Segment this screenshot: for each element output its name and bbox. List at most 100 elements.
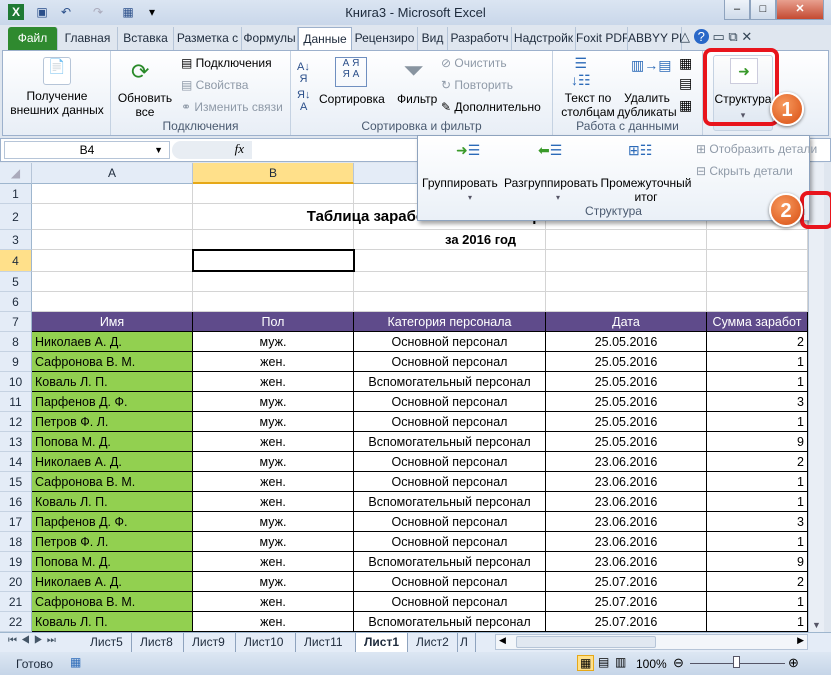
properties-button[interactable]: ▤ Свойства bbox=[181, 78, 248, 92]
cell-D13[interactable]: 25.05.2016 bbox=[546, 432, 707, 452]
sheet-tab-3[interactable]: Лист10 bbox=[236, 633, 296, 652]
cell-E8[interactable]: 2 bbox=[707, 332, 808, 352]
cell-E4[interactable] bbox=[707, 250, 808, 272]
cell-C12[interactable]: Основной персонал bbox=[354, 412, 546, 432]
zoom-level[interactable]: 100% bbox=[636, 657, 667, 671]
tab-0[interactable]: Файл bbox=[8, 27, 58, 50]
vertical-scrollbar[interactable]: ▼ bbox=[808, 163, 824, 632]
cell-B10[interactable]: жен. bbox=[193, 372, 354, 392]
group-button[interactable]: Группировать bbox=[422, 176, 498, 190]
zoom-in-button[interactable]: ⊕ bbox=[788, 655, 799, 671]
cell-D12[interactable]: 25.05.2016 bbox=[546, 412, 707, 432]
row-header[interactable]: 20 bbox=[0, 572, 32, 592]
cell-E16[interactable]: 1 bbox=[707, 492, 808, 512]
advanced-button[interactable]: ✎ Дополнительно bbox=[441, 100, 541, 114]
row-header[interactable]: 11 bbox=[0, 392, 32, 412]
cell-A17[interactable]: Парфенов Д. Ф. bbox=[32, 512, 193, 532]
cell-D21[interactable]: 25.07.2016 bbox=[546, 592, 707, 612]
filter-button[interactable]: Фильтр bbox=[397, 92, 437, 106]
consolidate-icon[interactable]: ▤ bbox=[679, 75, 692, 92]
cell-B20[interactable]: муж. bbox=[193, 572, 354, 592]
cell-E18[interactable]: 1 bbox=[707, 532, 808, 552]
row-header[interactable]: 4 bbox=[0, 250, 32, 272]
collapse-ribbon-icon[interactable]: △ bbox=[680, 29, 690, 44]
sheet-tab-2[interactable]: Лист9 bbox=[184, 633, 236, 652]
cell-C9[interactable]: Основной персонал bbox=[354, 352, 546, 372]
row-header[interactable]: 17 bbox=[0, 512, 32, 532]
worksheet-grid[interactable]: 12Таблица заработной платы персонала3за … bbox=[0, 184, 808, 632]
name-box[interactable]: B4 ▼ bbox=[4, 141, 170, 159]
cell-D16[interactable]: 23.06.2016 bbox=[546, 492, 707, 512]
cell-B16[interactable]: жен. bbox=[193, 492, 354, 512]
tab-8[interactable]: Разработч bbox=[448, 27, 512, 50]
maximize-button[interactable]: □ bbox=[750, 0, 776, 20]
sheet-tab-4[interactable]: Лист11 bbox=[296, 633, 356, 652]
cell-D22[interactable]: 25.07.2016 bbox=[546, 612, 707, 632]
get-external-data-button[interactable]: Получение внешних данных bbox=[7, 89, 107, 117]
row-header[interactable]: 15 bbox=[0, 472, 32, 492]
tab-7[interactable]: Вид bbox=[418, 27, 448, 50]
macro-record-icon[interactable]: ▦ bbox=[70, 655, 81, 669]
row-header[interactable]: 6 bbox=[0, 292, 32, 312]
cell-D18[interactable]: 23.06.2016 bbox=[546, 532, 707, 552]
cell-D5[interactable] bbox=[546, 272, 707, 292]
minimize-button[interactable]: – bbox=[724, 0, 750, 20]
sheet-tab-0[interactable]: Лист5 bbox=[82, 633, 132, 652]
cell-E20[interactable]: 2 bbox=[707, 572, 808, 592]
help-icon[interactable]: ? bbox=[693, 29, 709, 44]
cell-B18[interactable]: муж. bbox=[193, 532, 354, 552]
cell-C14[interactable]: Основной персонал bbox=[354, 452, 546, 472]
ungroup-button[interactable]: Разгруппировать bbox=[504, 176, 598, 190]
refresh-all-button[interactable]: Обновить все bbox=[115, 91, 175, 119]
row-header[interactable]: 3 bbox=[0, 230, 32, 250]
cell-B9[interactable]: жен. bbox=[193, 352, 354, 372]
cell-B13[interactable]: жен. bbox=[193, 432, 354, 452]
cell-E12[interactable]: 1 bbox=[707, 412, 808, 432]
cell-D6[interactable] bbox=[546, 292, 707, 312]
cell-C22[interactable]: Вспомогательный персонал bbox=[354, 612, 546, 632]
cell-E6[interactable] bbox=[707, 292, 808, 312]
cell-A18[interactable]: Петров Ф. Л. bbox=[32, 532, 193, 552]
cell-B21[interactable]: жен. bbox=[193, 592, 354, 612]
text-to-columns-button[interactable]: Текст по столбцам bbox=[555, 91, 621, 119]
cell-A15[interactable]: Сафронова В. М. bbox=[32, 472, 193, 492]
hide-detail-button[interactable]: ⊟ Скрыть детали bbox=[696, 164, 793, 178]
doc-close-icon[interactable]: ✕ bbox=[741, 29, 752, 44]
sheet-nav-arrows[interactable]: ⏮◀▶⏭ bbox=[8, 635, 60, 646]
row-header[interactable]: 12 bbox=[0, 412, 32, 432]
cell-A20[interactable]: Николаев А. Д. bbox=[32, 572, 193, 592]
row-header[interactable]: 2 bbox=[0, 204, 32, 230]
cell-C21[interactable]: Основной персонал bbox=[354, 592, 546, 612]
cell-E19[interactable]: 9 bbox=[707, 552, 808, 572]
row-header[interactable]: 21 bbox=[0, 592, 32, 612]
cell-A6[interactable] bbox=[32, 292, 193, 312]
cell-C4[interactable] bbox=[354, 250, 546, 272]
cell-D15[interactable]: 23.06.2016 bbox=[546, 472, 707, 492]
row-header[interactable]: 7 bbox=[0, 312, 32, 332]
cell-A4[interactable] bbox=[32, 250, 193, 272]
cell-A2[interactable] bbox=[32, 204, 193, 230]
cell-C6[interactable] bbox=[354, 292, 546, 312]
cell-E15[interactable]: 1 bbox=[707, 472, 808, 492]
cell-C17[interactable]: Основной персонал bbox=[354, 512, 546, 532]
cell-C7[interactable]: Категория персонала bbox=[354, 312, 546, 332]
cell-B8[interactable]: муж. bbox=[193, 332, 354, 352]
cell-A13[interactable]: Попова М. Д. bbox=[32, 432, 193, 452]
reapply-button[interactable]: ↻ Повторить bbox=[441, 78, 513, 92]
column-header-B[interactable]: B bbox=[193, 163, 354, 184]
tab-2[interactable]: Вставка bbox=[118, 27, 174, 50]
row-header[interactable]: 13 bbox=[0, 432, 32, 452]
clear-button[interactable]: ⊘ Очистить bbox=[441, 56, 507, 70]
tab-5[interactable]: Данные bbox=[298, 27, 352, 50]
cell-E17[interactable]: 3 bbox=[707, 512, 808, 532]
sort-az-icon[interactable]: А↓ Я bbox=[297, 61, 310, 85]
cell-B15[interactable]: жен. bbox=[193, 472, 354, 492]
cell-C13[interactable]: Вспомогательный персонал bbox=[354, 432, 546, 452]
cell-B11[interactable]: муж. bbox=[193, 392, 354, 412]
row-header[interactable]: 19 bbox=[0, 552, 32, 572]
row-header[interactable]: 1 bbox=[0, 184, 32, 204]
close-button[interactable]: ✕ bbox=[776, 0, 824, 20]
sheet-tab-1[interactable]: Лист8 bbox=[132, 633, 184, 652]
cell-A19[interactable]: Попова М. Д. bbox=[32, 552, 193, 572]
cell-E10[interactable]: 1 bbox=[707, 372, 808, 392]
